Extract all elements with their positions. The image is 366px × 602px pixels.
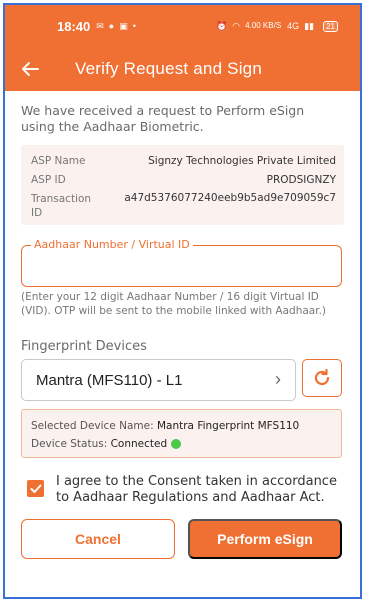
chevron-right-icon: › <box>275 369 281 389</box>
refresh-button[interactable] <box>302 359 342 397</box>
intro-text: We have received a request to Perform eS… <box>21 103 305 134</box>
signal-label: 4G <box>287 21 300 31</box>
alarm-icon: ⏰ <box>216 20 228 31</box>
consent-checkbox[interactable] <box>27 480 44 497</box>
wifi-icon: ◠ <box>232 20 241 31</box>
consent-row: I agree to the Consent taken in accordan… <box>27 474 347 506</box>
status-bar: 18:40 ✉ ● ▣ • ⏰ ◠ 4.00 KB/S 4G ▮▮ 21 <box>5 5 360 47</box>
device-dropdown[interactable]: Mantra (MFS110) - L1 › <box>21 359 296 401</box>
app-notification-icon: ● <box>108 21 115 31</box>
device-status-label: Device Status: <box>31 438 108 450</box>
signal-icon: ▮▮ <box>304 20 315 31</box>
refresh-icon <box>314 368 330 386</box>
perform-esign-button[interactable]: Perform eSign <box>188 519 342 559</box>
consent-text: I agree to the Consent taken in accordan… <box>56 474 337 505</box>
fingerprint-heading: Fingerprint Devices <box>21 339 147 354</box>
battery-icon: 21 <box>323 20 338 32</box>
app-frame: 18:40 ✉ ● ▣ • ⏰ ◠ 4.00 KB/S 4G ▮▮ 21 Ver… <box>3 3 362 599</box>
cancel-button[interactable]: Cancel <box>21 519 175 559</box>
aadhaar-field[interactable]: Aadhaar Number / Virtual ID <box>21 238 342 287</box>
network-speed: 4.00 KB/S <box>245 21 282 30</box>
notification-icon: ✉ <box>96 20 104 31</box>
page-title: Verify Request and Sign <box>75 59 262 78</box>
device-name-line: Selected Device Name: Mantra Fingerprint… <box>31 420 299 432</box>
transaction-id-value: a47d5376077240eeb9b5ad9e709059c7 <box>124 192 336 204</box>
back-button[interactable] <box>5 47 55 91</box>
asp-id-row: ASP ID PRODSIGNZY <box>31 174 336 186</box>
aadhaar-input[interactable] <box>32 258 327 278</box>
status-time: 18:40 <box>57 18 91 34</box>
asp-name-value: Signzy Technologies Private Limited <box>148 155 336 167</box>
asp-name-label: ASP Name <box>31 155 86 167</box>
device-status-value: Connected <box>110 438 168 450</box>
device-name-label: Selected Device Name: <box>31 420 154 432</box>
asp-name-row: ASP Name Signzy Technologies Private Lim… <box>31 155 336 167</box>
message-icon: ▣ <box>119 20 128 31</box>
back-arrow-icon <box>22 62 39 76</box>
device-info-box: Selected Device Name: Mantra Fingerprint… <box>21 409 342 458</box>
asp-id-label: ASP ID <box>31 174 66 186</box>
transaction-id-row: Transaction ID a47d5376077240eeb9b5ad9e7… <box>31 192 336 220</box>
aadhaar-field-label: Aadhaar Number / Virtual ID <box>31 238 193 251</box>
asp-id-value: PRODSIGNZY <box>266 174 336 186</box>
asp-details: ASP Name Signzy Technologies Private Lim… <box>21 145 344 225</box>
app-bar: Verify Request and Sign <box>5 47 360 91</box>
status-dot-icon <box>171 439 182 449</box>
dot-icon: • <box>132 21 136 31</box>
device-status-line: Device Status: Connected <box>31 438 182 450</box>
device-name-value: Mantra Fingerprint MFS110 <box>156 420 300 432</box>
transaction-id-label: Transaction ID <box>31 193 92 219</box>
checkmark-icon <box>30 484 41 493</box>
device-dropdown-value: Mantra (MFS110) - L1 <box>36 371 183 389</box>
aadhaar-hint: (Enter your 12 digit Aadhaar Number / 16… <box>21 291 327 317</box>
